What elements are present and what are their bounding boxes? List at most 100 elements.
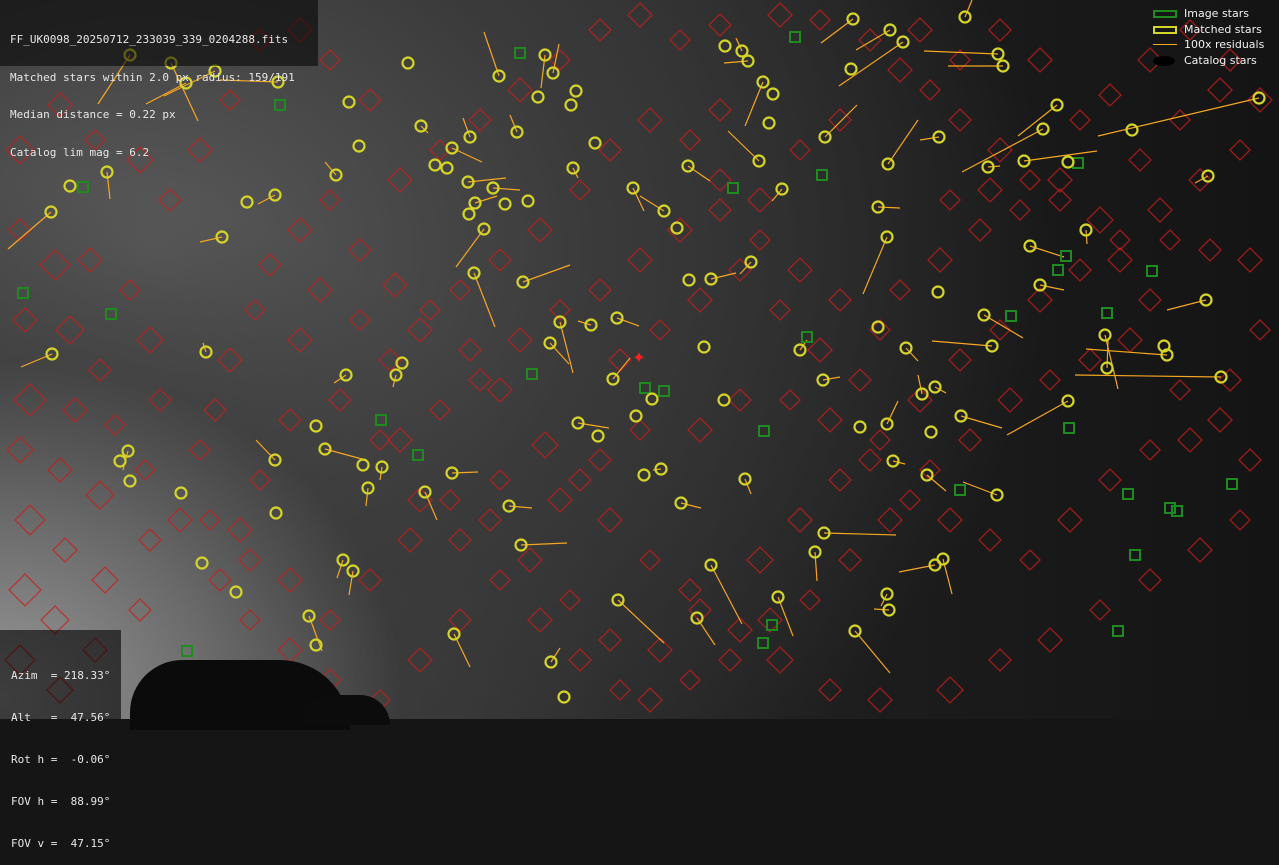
catalog-star-marker <box>52 537 78 563</box>
tree-silhouette-right <box>300 695 390 725</box>
catalog-star-marker <box>749 229 771 251</box>
legend-residuals: 100x residuals <box>1153 37 1271 53</box>
residual-line <box>926 474 947 492</box>
matched-star-marker <box>569 84 583 98</box>
catalog-star-marker <box>978 528 1002 552</box>
catalog-star-marker <box>217 347 243 373</box>
legend-image-stars-label: Image stars <box>1184 7 1249 20</box>
catalog-star-marker <box>637 107 663 133</box>
legend-matched-stars-label: Matched stars <box>1184 22 1262 36</box>
catalog-star-marker <box>397 527 423 553</box>
image-star-marker <box>1112 625 1124 637</box>
catalog-star-marker <box>348 238 372 262</box>
catalog-star-marker <box>818 678 842 702</box>
matched-star-marker <box>195 556 209 570</box>
image-star-marker <box>954 484 966 496</box>
catalog-star-marker <box>358 568 382 592</box>
legend-catalog-stars-label: Catalog stars <box>1184 53 1257 67</box>
residual-line <box>492 187 521 191</box>
matched-star-marker <box>564 98 578 112</box>
catalog-star-marker <box>8 218 32 242</box>
catalog-star-marker <box>787 507 813 533</box>
matched-star-marker <box>440 161 454 175</box>
matched-star-marker <box>123 474 137 488</box>
legend-image-stars: Image stars <box>1153 6 1271 22</box>
catalog-star-marker <box>419 299 441 321</box>
matched-star-marker <box>557 690 571 704</box>
catalog-star-marker <box>679 669 701 691</box>
catalog-star-marker <box>287 217 313 243</box>
residual-line <box>1023 150 1098 162</box>
catalog-star-marker <box>478 508 502 532</box>
catalog-star-marker <box>687 417 713 443</box>
fits-filename: FF_UK0098_20250712_233039_339_0204288.fi… <box>10 33 289 46</box>
catalog-star-marker <box>877 507 903 533</box>
catalog-star-marker <box>382 272 408 298</box>
catalog-star-marker <box>766 646 794 674</box>
calibration-info-box: FF_UK0098_20250712_233039_339_0204288.fi… <box>0 0 318 158</box>
catalog-star-marker <box>987 137 1013 163</box>
catalog-star-marker <box>708 198 732 222</box>
catalog-star-marker <box>789 139 811 161</box>
catalog-star-marker <box>1009 199 1031 221</box>
image-star-marker <box>1122 488 1134 500</box>
catalog-star-marker <box>1169 379 1191 401</box>
catalog-star-marker <box>136 326 164 354</box>
catalog-star-marker <box>728 258 752 282</box>
catalog-star-marker <box>948 108 972 132</box>
residual-line <box>612 357 631 380</box>
catalog-star-marker <box>848 368 872 392</box>
residual-line <box>255 439 276 461</box>
residual-line <box>455 228 485 268</box>
catalog-star-marker <box>6 436 34 464</box>
image-star-marker <box>658 385 670 397</box>
residual-line <box>687 165 711 182</box>
catalog-star-marker <box>598 138 622 162</box>
image-star-marker <box>17 287 29 299</box>
catalog-star-marker <box>407 317 433 343</box>
image-star-marker <box>766 619 778 631</box>
catalog-star-marker <box>787 257 813 283</box>
catalog-star-marker <box>867 687 893 713</box>
matched-star-marker <box>356 458 370 472</box>
image-star-marker <box>639 382 651 394</box>
catalog-star-marker <box>489 569 511 591</box>
catalog-star-marker <box>507 327 533 353</box>
catalog-star-marker <box>1078 348 1102 372</box>
image-star-marker <box>1005 310 1017 322</box>
catalog-star-marker <box>627 2 653 28</box>
catalog-star-marker <box>708 13 732 37</box>
catalog-star-marker <box>809 9 831 31</box>
catalog-star-marker <box>468 368 492 392</box>
catalog-star-marker <box>1207 407 1233 433</box>
catalog-star-marker <box>1057 507 1083 533</box>
catalog-star-marker <box>1138 288 1162 312</box>
catalog-limit-magnitude: Catalog lim mag = 6.2 <box>10 145 150 159</box>
catalog-star-marker <box>609 679 631 701</box>
catalog-star-marker <box>679 129 701 151</box>
image-star-marker <box>1052 264 1064 276</box>
matched-star-marker <box>629 409 643 423</box>
matched-star-marker <box>871 320 885 334</box>
catalog-star-marker <box>287 327 313 353</box>
catalog-star-marker <box>858 448 882 472</box>
matched-star-marker <box>766 87 780 101</box>
matched-star-marker <box>697 340 711 354</box>
catalog-star-marker <box>203 398 227 422</box>
matched-star-marker <box>762 116 776 130</box>
catalog-star-marker <box>899 489 921 511</box>
residual-line <box>522 264 571 283</box>
residual-line <box>520 542 568 546</box>
catalog-star-marker <box>1027 287 1053 313</box>
catalog-star-marker <box>227 517 253 543</box>
matched-star-marker <box>401 56 415 70</box>
catalog-star-marker <box>1107 247 1133 273</box>
catalog-star-marker <box>988 18 1012 42</box>
catalog-star-marker <box>119 279 141 301</box>
catalog-star-marker <box>588 448 612 472</box>
catalog-star-marker <box>319 49 341 71</box>
catalog-star-marker <box>588 18 612 42</box>
image-star-marker <box>789 31 801 43</box>
residual-line <box>7 211 52 250</box>
matched-star-marker <box>931 285 945 299</box>
